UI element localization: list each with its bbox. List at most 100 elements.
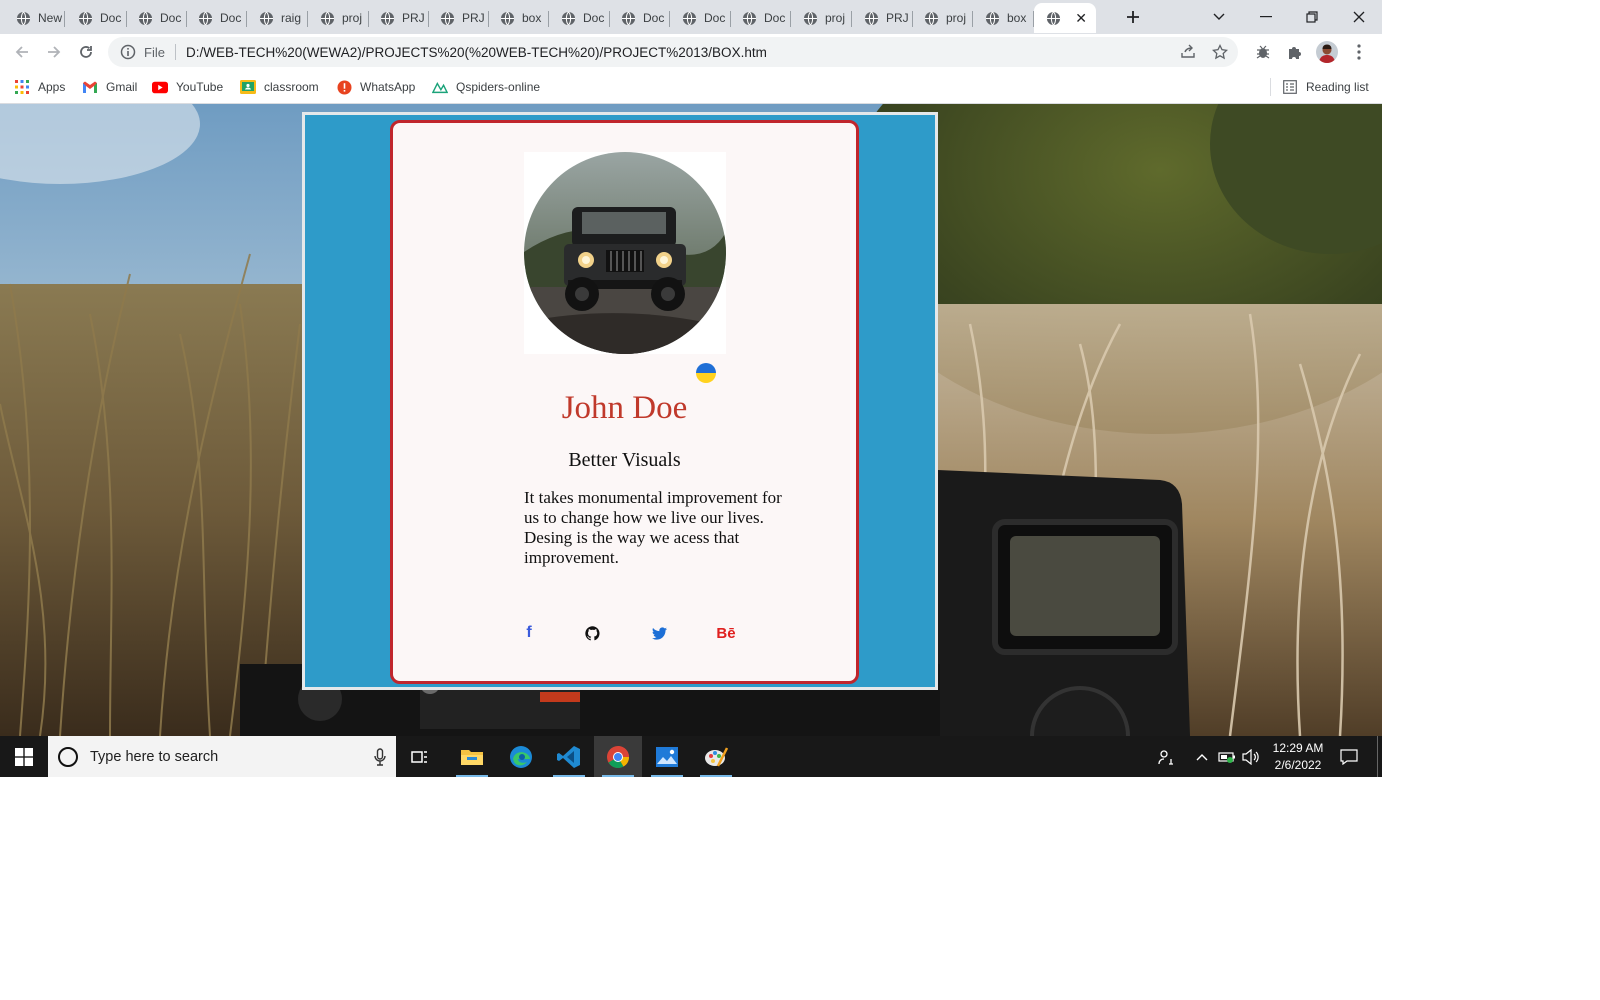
tab[interactable]: box (973, 3, 1034, 33)
show-hidden-icons-chevron-icon[interactable] (1192, 736, 1212, 777)
reading-list-label: Reading list (1306, 80, 1369, 94)
globe-icon (621, 11, 636, 25)
reading-list-button[interactable]: Reading list (1282, 77, 1369, 97)
close-window-button[interactable] (1346, 5, 1372, 29)
tab[interactable]: proj (912, 3, 973, 33)
windows-logo-icon (15, 747, 33, 766)
taskbar-search-input[interactable]: Type here to search (48, 736, 396, 777)
tab[interactable]: proj (308, 3, 369, 33)
extension-bug-icon[interactable] (1249, 38, 1277, 66)
qspiders-icon (432, 79, 448, 95)
tab[interactable]: Doc (730, 3, 791, 33)
globe-icon (380, 11, 395, 25)
bookmark-star-icon[interactable] (1208, 41, 1232, 63)
globe-icon (16, 11, 31, 25)
volume-icon[interactable] (1240, 736, 1262, 777)
battery-icon[interactable] (1217, 736, 1237, 777)
forward-button[interactable] (40, 38, 68, 66)
bookmark-gmail[interactable]: Gmail (82, 77, 137, 97)
share-icon[interactable] (1176, 41, 1200, 63)
reload-button[interactable] (72, 38, 100, 66)
tab[interactable]: Doc (126, 3, 187, 33)
tab[interactable]: PRJ (852, 3, 913, 33)
globe-icon (1046, 11, 1061, 25)
bookmark-label: Gmail (106, 80, 138, 94)
address-bar[interactable]: File D:/WEB-TECH%20(WEWA2)/PROJECTS%20(%… (108, 37, 1238, 67)
taskbar-clock[interactable]: 12:29 AM 2/6/2022 (1262, 740, 1334, 774)
start-button[interactable] (0, 736, 48, 777)
new-tab-button[interactable] (1120, 5, 1146, 29)
notifications-icon[interactable] (1336, 736, 1362, 777)
tab[interactable]: New (4, 3, 65, 33)
tab-label: Doc (643, 11, 665, 25)
restore-button[interactable] (1299, 5, 1325, 29)
photos-icon (656, 746, 678, 767)
tab-active[interactable]: ✕ (1034, 3, 1096, 33)
status-dot (696, 363, 716, 383)
avatar-frame (524, 152, 726, 354)
minimize-button[interactable] (1253, 5, 1279, 29)
back-arrow-icon (15, 46, 28, 58)
paint-palette-icon (705, 746, 728, 767)
show-desktop-strip[interactable] (1377, 736, 1378, 777)
tab[interactable]: proj (791, 3, 852, 33)
people-tray-icon[interactable] (1155, 736, 1177, 777)
photos-taskbar-button[interactable] (643, 736, 691, 777)
tab-search-icon[interactable] (1206, 5, 1232, 29)
chrome-taskbar-button[interactable] (594, 736, 642, 777)
page-viewport: John Doe Better Visuals It takes monumen… (0, 104, 1382, 736)
tab-label: New (38, 11, 63, 25)
globe-icon (742, 11, 757, 25)
tab[interactable]: PRJ (428, 3, 489, 33)
profile-avatar[interactable] (1313, 38, 1341, 66)
tab[interactable]: PRJ (368, 3, 429, 33)
globe-icon (682, 11, 697, 25)
tab-label: box (1007, 11, 1027, 25)
file-explorer-taskbar-button[interactable] (448, 736, 496, 777)
bookmark-youtube[interactable]: YouTube (152, 77, 223, 97)
github-link[interactable] (582, 621, 602, 645)
tab-label: proj (946, 11, 967, 25)
tab[interactable]: Doc (549, 3, 610, 33)
tab[interactable]: Doc (609, 3, 670, 33)
clock-time: 12:29 AM (1272, 741, 1324, 755)
globe-icon (259, 11, 274, 25)
tab[interactable]: Doc (66, 3, 127, 33)
bookmark-apps[interactable]: Apps (14, 77, 65, 97)
twitter-link[interactable] (649, 621, 669, 645)
tab-label: PRJ (462, 11, 485, 25)
bookmark-qspiders[interactable]: Qspiders-online (432, 77, 540, 97)
bookmark-classroom[interactable]: classroom (240, 77, 319, 97)
globe-icon (320, 11, 335, 25)
extensions-puzzle-icon[interactable] (1281, 38, 1309, 66)
tab[interactable]: Doc (670, 3, 731, 33)
tab-label: Doc (764, 11, 786, 25)
folder-icon (461, 749, 483, 765)
globe-icon (561, 11, 576, 25)
behance-link[interactable]: Bē (711, 621, 741, 645)
vscode-taskbar-button[interactable] (545, 736, 593, 777)
browser-menu-icon[interactable] (1345, 38, 1373, 66)
bookmarks-bar: Apps Gmail YouTube classroom WhatsApp Qs… (0, 70, 1382, 104)
task-view-button[interactable] (396, 736, 444, 777)
microphone-icon[interactable] (374, 748, 386, 766)
back-button[interactable] (8, 38, 36, 66)
clock-date: 2/6/2022 (1274, 758, 1322, 772)
tab[interactable]: Doc (186, 3, 247, 33)
globe-icon (198, 11, 213, 25)
info-icon[interactable] (120, 44, 136, 60)
edge-taskbar-button[interactable] (497, 736, 545, 777)
facebook-link[interactable]: f (519, 621, 539, 645)
taskbar: Type here to search 12:29 AM 2/6/2022 (0, 736, 1382, 777)
classroom-icon (240, 79, 256, 95)
facebook-icon: f (526, 624, 532, 641)
cortana-search-icon (58, 746, 78, 767)
tab[interactable]: raig (247, 3, 308, 33)
tab[interactable]: box (488, 3, 549, 33)
url-text[interactable]: D:/WEB-TECH%20(WEWA2)/PROJECTS%20(%20WEB… (186, 45, 767, 60)
tab-label: PRJ (886, 11, 909, 25)
close-tab-icon[interactable]: ✕ (1075, 9, 1087, 27)
bookmark-whatsapp[interactable]: WhatsApp (336, 77, 415, 97)
paint-taskbar-button[interactable] (692, 736, 740, 777)
status-dot-bottom (696, 373, 716, 383)
